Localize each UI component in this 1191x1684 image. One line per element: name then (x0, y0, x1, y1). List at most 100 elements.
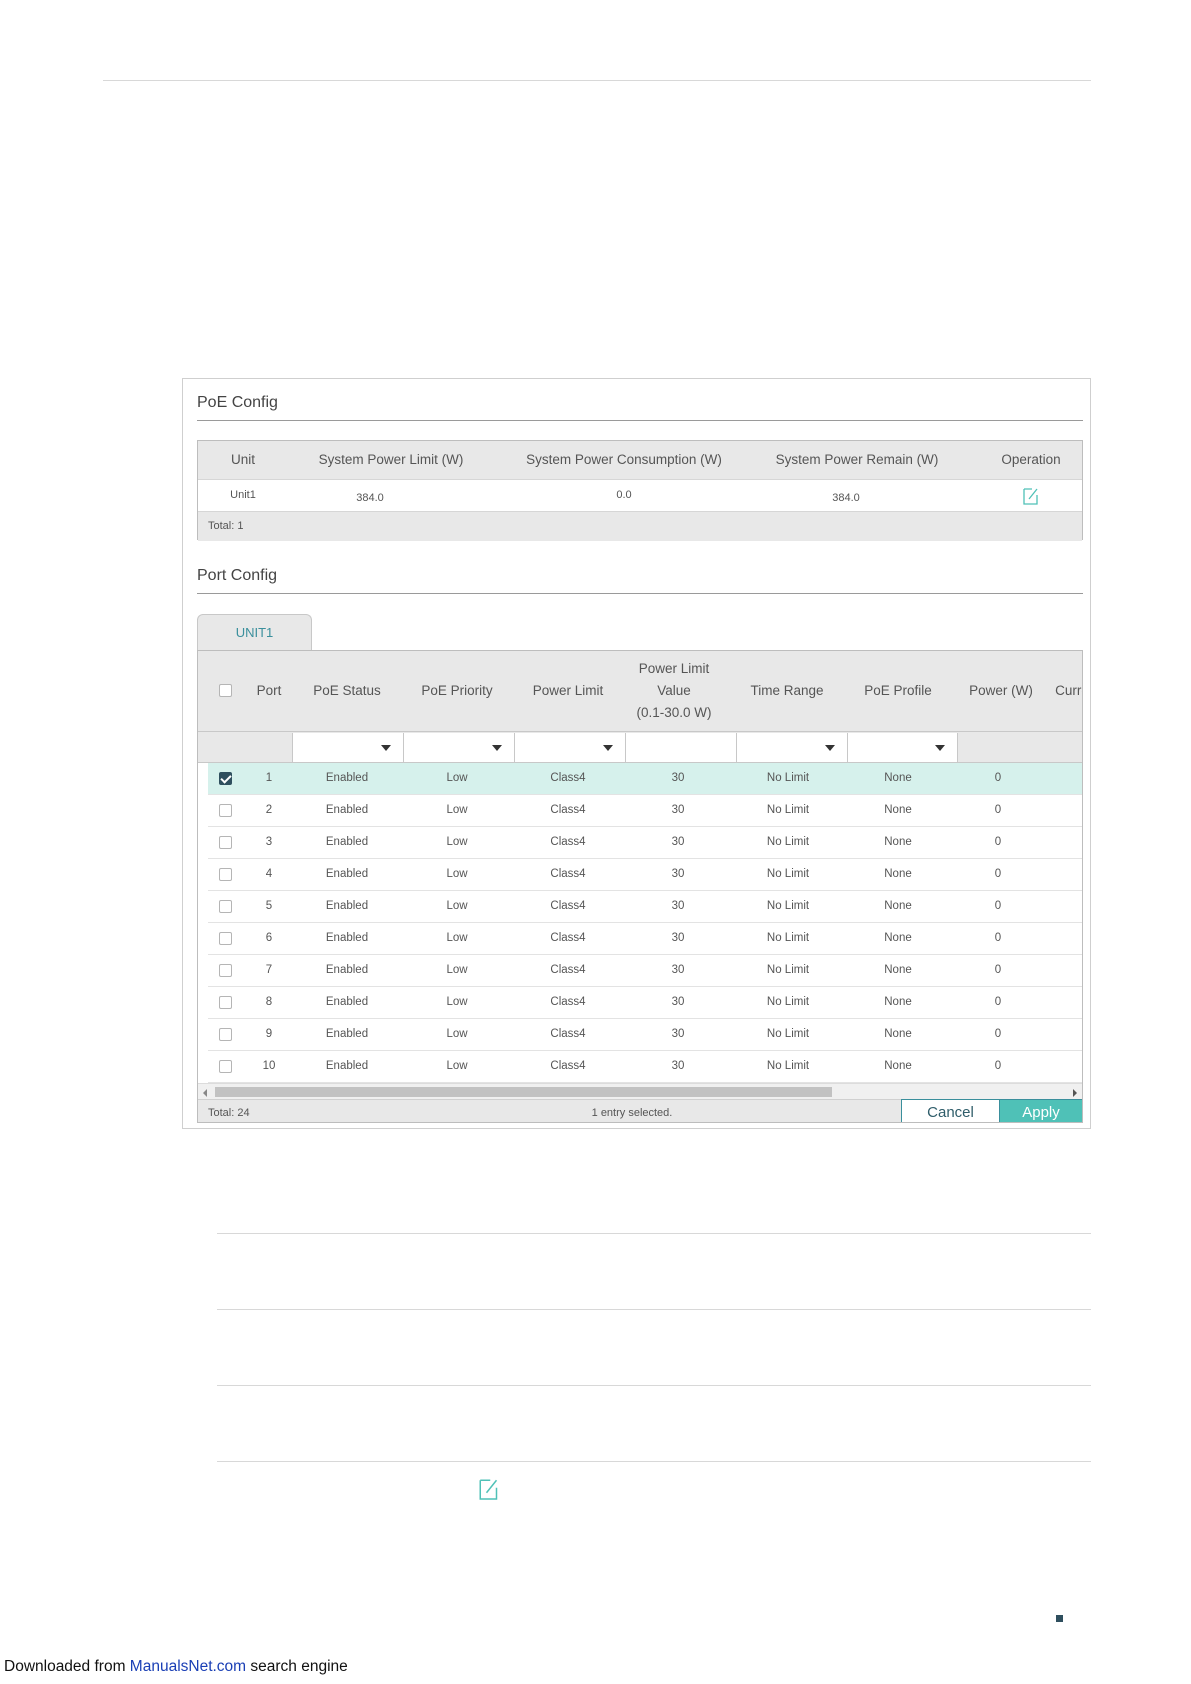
cell-limit: Class4 (550, 836, 586, 848)
row-checkbox[interactable] (219, 1060, 232, 1073)
cell-power: 0 (994, 900, 1002, 912)
scrollbar-thumb[interactable] (215, 1087, 832, 1097)
col-poe-status: PoE Status (313, 683, 381, 698)
cell-priority: Low (446, 868, 468, 880)
cell-value: 30 (671, 1060, 685, 1072)
power-limit-value: 384.0 (356, 492, 384, 504)
table-row[interactable]: 9 Enabled Low Class4 30 No Limit None 0 (208, 1019, 1082, 1051)
divider-2 (217, 1309, 1091, 1310)
select-all-checkbox[interactable] (219, 684, 232, 697)
cell-port: 5 (265, 900, 273, 912)
cell-power: 0 (994, 868, 1002, 880)
cell-value: 30 (671, 996, 685, 1008)
cell-status: Enabled (325, 868, 369, 880)
col-time-range: Time Range (750, 683, 824, 698)
poe-config-table: Unit System Power Limit (W) System Power… (197, 440, 1083, 541)
time-range-filter-select[interactable] (736, 733, 847, 762)
scroll-right-icon[interactable] (1073, 1089, 1077, 1097)
row-checkbox[interactable] (219, 932, 232, 945)
cell-priority: Low (446, 1060, 468, 1072)
row-checkbox[interactable] (219, 1028, 232, 1041)
cell-time: No Limit (766, 964, 810, 976)
edit-icon[interactable] (1023, 487, 1039, 505)
row-checkbox[interactable] (219, 804, 232, 817)
table-row[interactable]: 4 Enabled Low Class4 30 No Limit None 0 (208, 859, 1082, 891)
poe-config-divider (197, 420, 1083, 421)
cell-profile: None (884, 772, 912, 784)
horizontal-scrollbar[interactable] (198, 1083, 1082, 1100)
profile-filter-select[interactable] (847, 733, 958, 762)
cell-priority: Low (446, 964, 468, 976)
cell-power: 0 (994, 932, 1002, 944)
chevron-down-icon (935, 745, 945, 751)
cell-limit: Class4 (550, 932, 586, 944)
row-checkbox[interactable] (219, 964, 232, 977)
table-row[interactable]: 10 Enabled Low Class4 30 No Limit None 0 (208, 1051, 1082, 1083)
cell-time: No Limit (766, 1060, 810, 1072)
page-marker (1056, 1615, 1063, 1622)
cell-time: No Limit (766, 1028, 810, 1040)
poe-screenshot-panel: PoE Config Unit System Power Limit (W) S… (182, 378, 1091, 1129)
table-row[interactable]: 5 Enabled Low Class4 30 No Limit None 0 (208, 891, 1082, 923)
cell-status: Enabled (325, 1028, 369, 1040)
cell-port: 2 (265, 804, 273, 816)
apply-button[interactable]: Apply (999, 1099, 1082, 1122)
table-row[interactable]: 1 Enabled Low Class4 30 No Limit None 0 (208, 763, 1082, 795)
priority-filter-select[interactable] (403, 733, 514, 762)
cell-value: 30 (671, 772, 685, 784)
cell-power: 0 (994, 772, 1002, 784)
cell-priority: Low (446, 932, 468, 944)
cell-status: Enabled (325, 772, 369, 784)
cell-value: 30 (671, 932, 685, 944)
cell-port: 10 (262, 1060, 276, 1072)
power-limit-filter-select[interactable] (514, 733, 625, 762)
chevron-down-icon (825, 745, 835, 751)
cell-power: 0 (994, 1028, 1002, 1040)
cell-priority: Low (446, 804, 468, 816)
cell-status: Enabled (325, 932, 369, 944)
col-power: Power (W) (969, 683, 1033, 698)
cancel-button[interactable]: Cancel (901, 1099, 1000, 1122)
port-config-divider (197, 593, 1083, 594)
row-checkbox[interactable] (219, 836, 232, 849)
port-config-header: Port PoE Status PoE Priority Power Limit… (198, 651, 1082, 731)
table-row[interactable]: 3 Enabled Low Class4 30 No Limit None 0 (208, 827, 1082, 859)
cell-profile: None (884, 836, 912, 848)
chevron-down-icon (381, 745, 391, 751)
port-config-footer: Total: 24 1 entry selected. Cancel Apply (198, 1099, 1082, 1122)
scroll-left-icon[interactable] (203, 1089, 207, 1097)
status-filter-select[interactable] (292, 733, 403, 762)
row-checkbox[interactable] (219, 868, 232, 881)
cell-priority: Low (446, 1028, 468, 1040)
cell-power: 0 (994, 996, 1002, 1008)
chevron-down-icon (603, 745, 613, 751)
cell-limit: Class4 (550, 804, 586, 816)
cell-time: No Limit (766, 836, 810, 848)
cell-value: 30 (671, 900, 685, 912)
cell-port: 9 (265, 1028, 273, 1040)
row-checkbox[interactable] (219, 996, 232, 1009)
cell-limit: Class4 (550, 996, 586, 1008)
power-limit-value-filter-input[interactable] (625, 733, 736, 762)
footer-prefix: Downloaded from (4, 1658, 130, 1675)
footer-link[interactable]: ManualsNet.com (130, 1658, 246, 1675)
table-row[interactable]: 6 Enabled Low Class4 30 No Limit None 0 (208, 923, 1082, 955)
cell-status: Enabled (325, 900, 369, 912)
poe-config-footer: Total: 1 (198, 511, 1082, 541)
row-checkbox[interactable] (219, 772, 232, 785)
cell-limit: Class4 (550, 1060, 586, 1072)
col-power-limit-value-line3: (0.1-30.0 W) (636, 705, 712, 720)
cell-power: 0 (994, 964, 1002, 976)
table-row[interactable]: 8 Enabled Low Class4 30 No Limit None 0 (208, 987, 1082, 1019)
cell-value: 30 (671, 964, 685, 976)
cell-time: No Limit (766, 772, 810, 784)
cell-port: 6 (265, 932, 273, 944)
table-row[interactable]: 2 Enabled Low Class4 30 No Limit None 0 (208, 795, 1082, 827)
table-row[interactable]: 7 Enabled Low Class4 30 No Limit None 0 (208, 955, 1082, 987)
cell-status: Enabled (325, 996, 369, 1008)
poe-config-header: Unit System Power Limit (W) System Power… (198, 441, 1082, 479)
row-checkbox[interactable] (219, 900, 232, 913)
port-config-table: Port PoE Status PoE Priority Power Limit… (197, 650, 1083, 1123)
col-poe-priority: PoE Priority (421, 683, 493, 698)
tab-unit1[interactable]: UNIT1 (197, 614, 312, 651)
